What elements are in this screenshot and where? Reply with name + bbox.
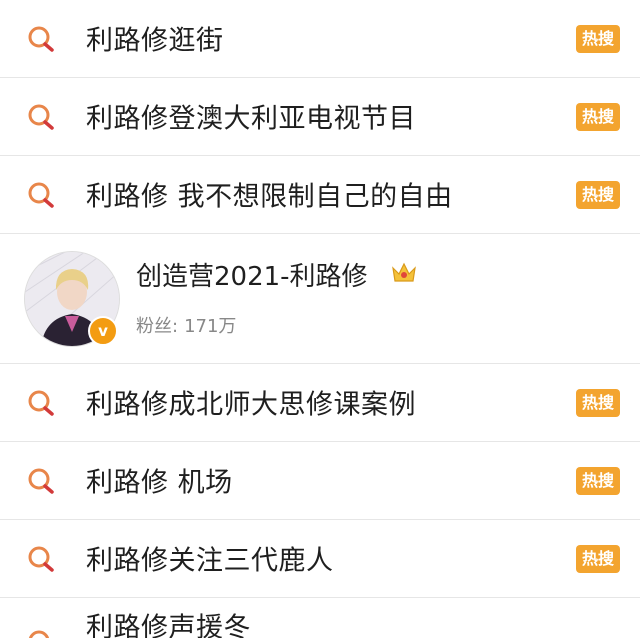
search-result-item[interactable]: 利路修登澳大利亚电视节目 热搜 (0, 78, 640, 156)
search-result-item[interactable]: 利路修 机场 热搜 (0, 442, 640, 520)
search-result-label: 利路修逛街 (86, 25, 224, 57)
hot-badge: 热搜 (575, 180, 620, 209)
hot-badge: 热搜 (575, 466, 620, 495)
search-icon (28, 182, 54, 208)
search-icon (28, 630, 50, 638)
hot-badge: 热搜 (575, 24, 620, 53)
search-icon (28, 104, 54, 130)
search-result-label: 利路修 我不想限制自己的自由 (86, 181, 453, 213)
fans-label: 粉丝: (136, 316, 179, 337)
fans-count: 粉丝: 171万 (136, 312, 236, 338)
hot-badge: 热搜 (575, 544, 620, 573)
search-icon (28, 468, 54, 494)
search-result-label: 利路修成北师大思修课案例 (86, 389, 416, 421)
user-name[interactable]: 创造营2021-利路修 (136, 256, 368, 293)
crown-icon (392, 262, 416, 282)
hot-badge: 热搜 (575, 388, 620, 417)
search-result-label: 利路修 机场 (86, 467, 233, 499)
search-result-item[interactable]: 利路修 我不想限制自己的自由 热搜 (0, 156, 640, 234)
search-result-label: 利路修关注三代鹿人 (86, 545, 334, 577)
search-results-list: 利路修逛街 热搜 利路修登澳大利亚电视节目 热搜 利路修 我不想限制自己的自由 … (0, 0, 640, 638)
search-icon (28, 390, 54, 416)
hot-badge: 热搜 (575, 102, 620, 131)
user-result-card[interactable]: v 创造营2021-利路修 粉丝: 171万 (0, 234, 640, 364)
search-result-item[interactable]: 利路修关注三代鹿人 热搜 (0, 520, 640, 598)
search-icon (28, 546, 54, 572)
search-result-item[interactable]: 利路修逛街 热搜 (0, 0, 640, 78)
search-result-label: 利路修声援冬 (86, 612, 251, 638)
verified-badge-icon: v (88, 316, 118, 346)
search-result-item[interactable]: 利路修声援冬 (0, 598, 640, 638)
search-result-label: 利路修登澳大利亚电视节目 (86, 103, 416, 135)
fans-value: 171万 (184, 316, 237, 337)
search-result-item[interactable]: 利路修成北师大思修课案例 热搜 (0, 364, 640, 442)
search-icon (28, 26, 54, 52)
